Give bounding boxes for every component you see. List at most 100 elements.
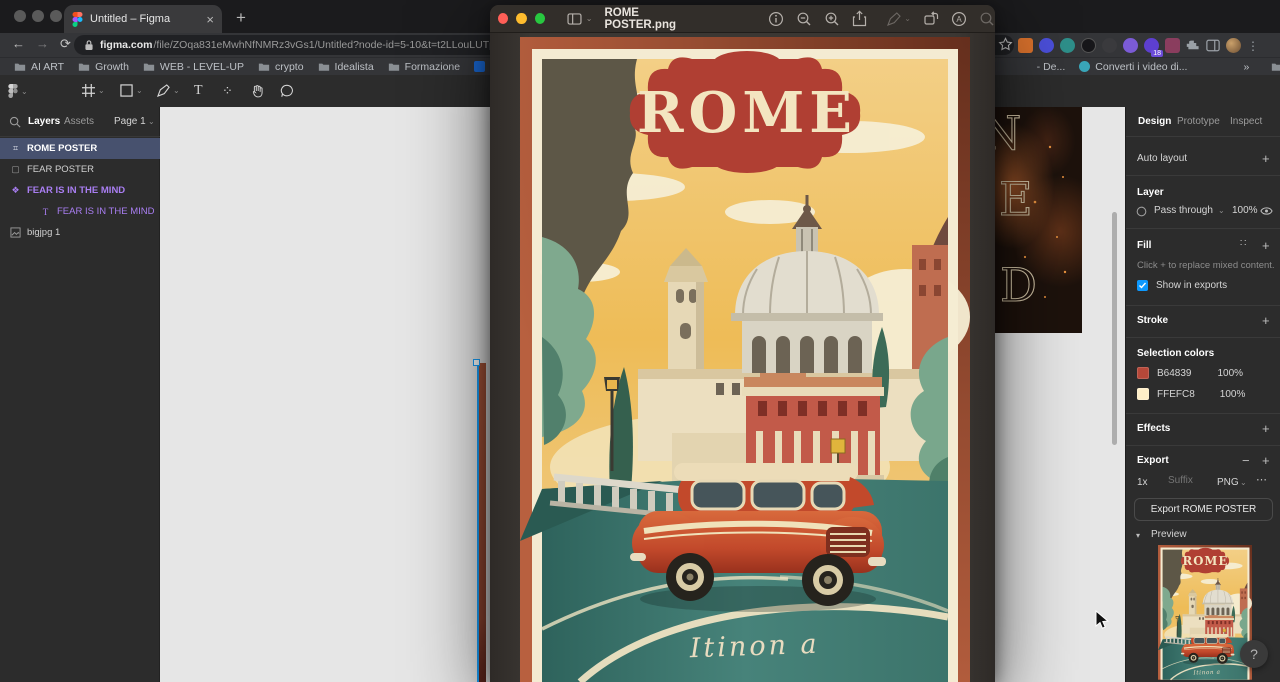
forward-icon[interactable]: → <box>36 36 49 51</box>
sidebar-toggle-button[interactable]: ⌄ <box>567 12 592 25</box>
hand-tool-button[interactable] <box>250 84 264 98</box>
search-icon[interactable] <box>9 116 21 128</box>
tab-inspect[interactable]: Inspect <box>1230 116 1262 127</box>
auto-layout-add-button[interactable]: + <box>1262 151 1270 166</box>
layer-section-title: Layer <box>1137 187 1164 198</box>
extension-icon-purple[interactable] <box>1123 38 1138 53</box>
video-converter-icon <box>1079 61 1091 72</box>
layer-row-rome-poster[interactable]: ⌗ ROME POSTER <box>0 138 160 159</box>
shape-tool-button[interactable]: ⌄ <box>120 84 143 97</box>
back-icon[interactable]: ← <box>12 36 25 51</box>
fill-add-button[interactable]: + <box>1262 238 1270 253</box>
export-more-icon[interactable]: ⋯ <box>1256 473 1268 486</box>
other-bookmarks-folder[interactable]: Altri Preferiti <box>1271 61 1280 73</box>
browser-menu-icon[interactable]: ⋮ <box>1247 39 1259 53</box>
bookmark-item[interactable]: crypto <box>258 61 304 73</box>
markup-button[interactable]: ⌄ <box>887 11 911 26</box>
page-selector[interactable]: Page 1 <box>114 116 146 127</box>
search-button[interactable] <box>979 11 995 27</box>
blend-mode-icon[interactable] <box>1136 206 1147 217</box>
bookmark-item[interactable]: Converti i video di... <box>1079 61 1187 73</box>
window-zoom-button[interactable] <box>50 10 62 22</box>
pen-tool-button[interactable]: ⌄ <box>157 84 180 97</box>
tab-assets[interactable]: Assets <box>64 116 94 127</box>
export-scale[interactable]: 1x <box>1137 477 1148 488</box>
extension-icon-orange[interactable] <box>1018 38 1033 53</box>
rome-frame-edge[interactable] <box>479 363 486 682</box>
frame-tool-button[interactable]: ⌄ <box>82 84 105 97</box>
extension-icon-badge[interactable]: 18 <box>1144 38 1163 57</box>
export-suffix-input[interactable] <box>1166 474 1215 487</box>
export-add-button[interactable]: + <box>1262 453 1270 468</box>
eye-icon[interactable] <box>1260 206 1273 216</box>
preview-titlebar[interactable]: ⌄ ROME POSTER.png ⌄ A <box>490 5 995 33</box>
puzzle-icon[interactable] <box>1186 39 1200 53</box>
window-minimize-button[interactable] <box>32 10 44 22</box>
extension-icon-indigo[interactable] <box>1039 38 1054 53</box>
canvas-scrollbar[interactable] <box>1112 212 1117 445</box>
share-button[interactable] <box>852 10 867 27</box>
zoom-in-button[interactable] <box>824 11 840 27</box>
preview-disclosure-icon[interactable]: ▾ <box>1136 531 1140 540</box>
extension-icon-red-square[interactable] <box>1165 38 1180 53</box>
layer-row-text[interactable]: T FEAR IS IN THE MIND <box>0 201 160 222</box>
minimize-button[interactable] <box>516 13 527 24</box>
bookmark-item[interactable]: Formazione <box>388 61 460 73</box>
extension-icon-teal-n[interactable] <box>1060 38 1075 53</box>
layer-row-fear-poster[interactable]: ▢ FEAR POSTER <box>0 159 160 180</box>
tab-design[interactable]: Design <box>1138 116 1171 127</box>
layer-opacity[interactable]: 100% <box>1232 205 1258 216</box>
tab-prototype[interactable]: Prototype <box>1177 116 1220 127</box>
auto-layout-label: Auto layout <box>1137 153 1188 164</box>
resources-tool-button[interactable]: ⁘ <box>222 83 234 99</box>
stroke-add-button[interactable]: + <box>1262 313 1270 328</box>
bookmark-item[interactable]: Growth <box>78 61 129 73</box>
preview-content[interactable]: Itinon a ROME <box>490 33 995 682</box>
gcal-icon <box>474 61 486 72</box>
rotate-button[interactable] <box>923 11 939 26</box>
bookmark-star-icon[interactable] <box>998 37 1013 52</box>
bookmark-item[interactable]: - De... <box>1037 61 1066 73</box>
close-button[interactable] <box>498 13 509 24</box>
tab-close-icon[interactable]: × <box>206 13 214 26</box>
zoom-out-icon <box>797 12 811 25</box>
effects-add-button[interactable]: + <box>1262 421 1270 436</box>
new-tab-button[interactable]: + <box>236 8 246 28</box>
comment-tool-button[interactable] <box>280 84 294 98</box>
extension-icon-dark-h[interactable] <box>1081 38 1096 53</box>
panel-icon[interactable] <box>1206 39 1220 52</box>
layer-row-component[interactable]: ❖ FEAR IS IN THE MIND <box>0 180 160 201</box>
extension-icon-key[interactable] <box>1102 38 1117 53</box>
window-close-button[interactable] <box>14 10 26 22</box>
show-in-exports-checkbox[interactable] <box>1137 280 1148 291</box>
fear-poster-fragment[interactable]: N E D <box>995 107 1082 333</box>
preview-window[interactable]: ⌄ ROME POSTER.png ⌄ A Itinon a ROME <box>490 5 995 682</box>
zoom-out-button[interactable] <box>796 11 812 27</box>
bookmark-item[interactable]: Idealista <box>318 61 374 73</box>
bookmark-item[interactable]: WEB - LEVEL-UP <box>143 61 244 73</box>
text-tool-button[interactable]: T <box>194 83 203 99</box>
blend-mode-select[interactable]: Pass through <box>1154 205 1213 216</box>
figma-main-menu[interactable]: ⌄ <box>8 84 28 98</box>
color-swatch[interactable] <box>1137 388 1149 400</box>
color-swatch[interactable] <box>1137 367 1149 379</box>
info-button[interactable] <box>768 11 784 27</box>
tab-layers[interactable]: Layers <box>28 116 60 127</box>
browser-tab[interactable]: Untitled – Figma × <box>64 5 222 33</box>
help-button[interactable]: ? <box>1240 640 1268 668</box>
profile-avatar[interactable] <box>1226 38 1241 53</box>
bookmark-item[interactable]: AI ART <box>14 61 64 73</box>
export-section-title: Export <box>1137 455 1169 466</box>
export-rome-poster-button[interactable]: Export ROME POSTER <box>1134 498 1273 521</box>
selection-handle[interactable] <box>473 359 480 366</box>
bookmarks-overflow-chevron[interactable]: » <box>1243 61 1249 73</box>
export-format-select[interactable]: PNG <box>1217 477 1239 488</box>
selection-color-row[interactable]: FFEFC8 100% <box>1137 388 1245 400</box>
export-remove-button[interactable]: − <box>1242 453 1250 468</box>
fill-styles-icon[interactable]: ∷ <box>1240 238 1247 249</box>
annotate-button[interactable]: A <box>951 11 967 27</box>
reload-icon[interactable]: ⟳ <box>60 36 71 52</box>
zoom-button[interactable] <box>534 13 545 24</box>
selection-color-row[interactable]: B64839 100% <box>1137 367 1243 379</box>
layer-row-image[interactable]: bigjpg 1 <box>0 222 160 243</box>
